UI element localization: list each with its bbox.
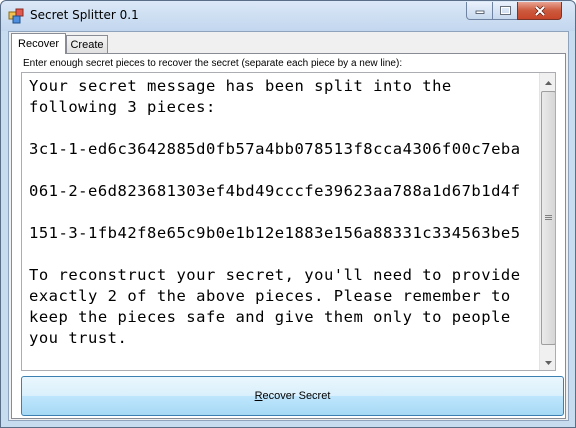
scroll-down-button[interactable] — [540, 353, 555, 370]
maximize-icon — [499, 6, 511, 15]
recover-button-accelerator: R — [254, 390, 263, 402]
title-bar[interactable]: Secret Splitter 0.1 — [1, 1, 575, 31]
app-window: Secret Splitter 0.1 Recover Create Enter… — [0, 0, 576, 428]
secret-pieces-textbox-frame: Your secret message has been split into … — [21, 72, 556, 371]
scroll-thumb[interactable] — [541, 91, 555, 345]
window-title: Secret Splitter 0.1 — [30, 8, 139, 22]
maximize-button[interactable] — [492, 2, 518, 20]
tab-recover[interactable]: Recover — [11, 33, 66, 54]
tab-recover-label: Recover — [18, 38, 59, 50]
close-button[interactable] — [517, 2, 562, 20]
recover-button-label: ecover Secret — [262, 390, 331, 402]
client-area: Recover Create Enter enough secret piece… — [8, 31, 569, 421]
instruction-label: Enter enough secret pieces to recover th… — [23, 58, 403, 69]
tab-create[interactable]: Create — [66, 35, 108, 53]
grip-icon — [545, 212, 552, 224]
recover-secret-button[interactable]: Recover Secret — [21, 376, 564, 416]
close-icon — [534, 5, 546, 16]
minimize-icon — [475, 8, 485, 14]
app-window-icon — [8, 8, 24, 24]
minimize-button[interactable] — [466, 2, 493, 20]
scroll-down-arrow-icon — [545, 356, 552, 368]
recover-tab-panel: Enter enough secret pieces to recover th… — [11, 53, 566, 419]
vertical-scrollbar[interactable] — [539, 73, 555, 370]
scroll-up-arrow-icon — [545, 76, 552, 88]
scroll-up-button[interactable] — [540, 73, 555, 90]
tab-create-label: Create — [70, 38, 104, 51]
secret-pieces-textarea[interactable]: Your secret message has been split into … — [22, 73, 539, 370]
